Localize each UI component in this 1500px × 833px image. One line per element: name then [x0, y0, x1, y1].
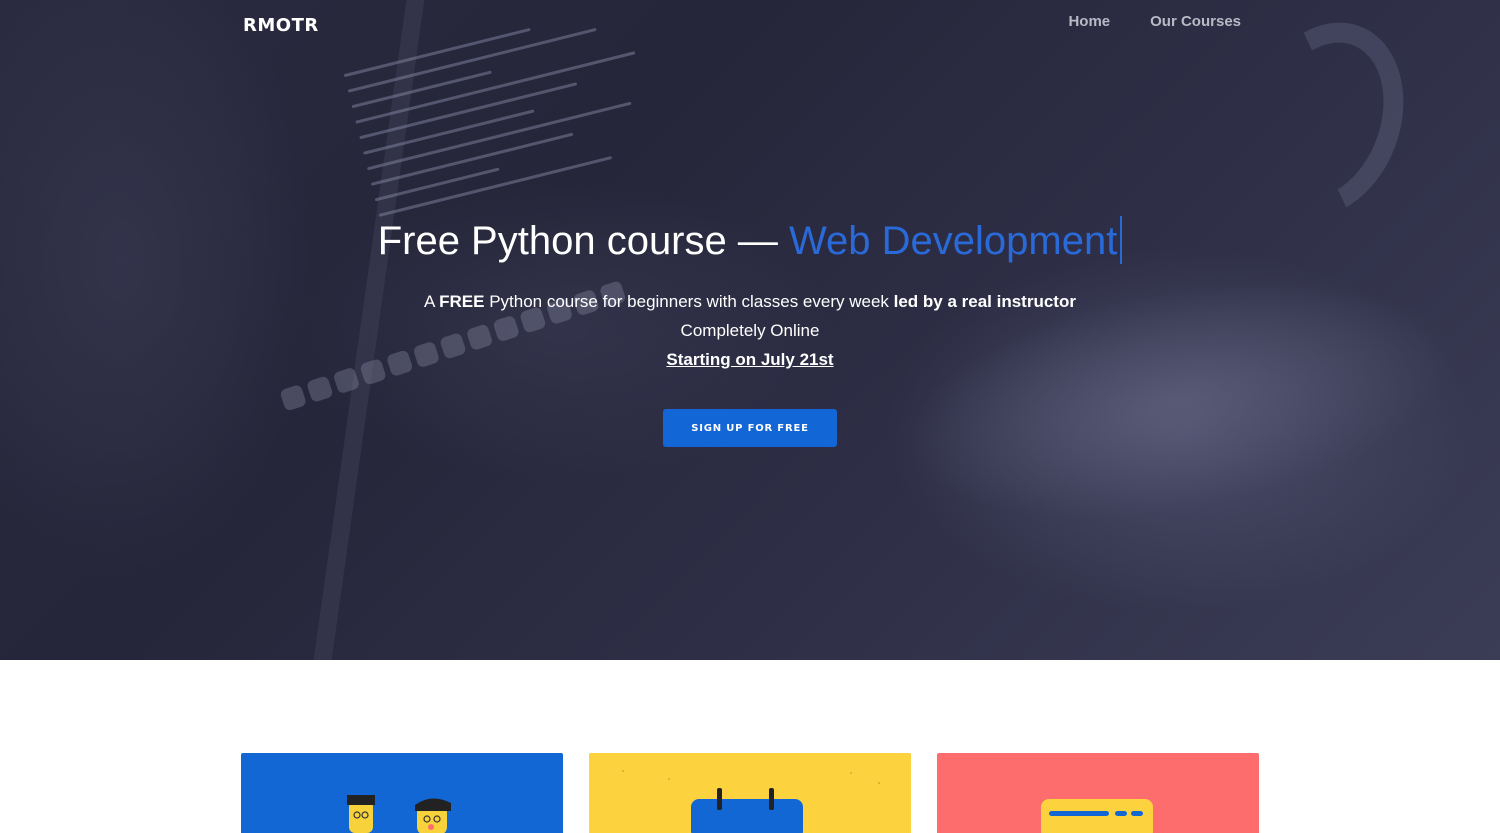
headline-accent: Web Development [788, 219, 1118, 263]
mug-graphic [1220, 0, 1430, 240]
feature-card-online [937, 753, 1259, 833]
nav-link-our-courses[interactable]: Our Courses [1150, 13, 1241, 30]
logo[interactable]: RMOTR [243, 15, 319, 36]
desc-instructor: led by a real instructor [893, 292, 1076, 311]
feature-card-schedule [589, 753, 911, 833]
desc-free: FREE [439, 292, 485, 311]
headline-main: Free Python course — [377, 219, 789, 263]
feature-card-instructors [241, 753, 563, 833]
desc-part-2: Python course for beginners with classes… [484, 292, 894, 311]
hero-description: A FREE Python course for beginners with … [0, 292, 1500, 312]
calendar-icon [622, 770, 880, 833]
hero-online-note: Completely Online [680, 321, 820, 340]
typing-cursor [1120, 216, 1123, 264]
hero-start-date: Starting on July 21st [666, 350, 834, 369]
hero-section: RMOTR Home Our Courses Free Python cours… [0, 0, 1500, 660]
hand-graphic [885, 243, 1475, 557]
browser-window-icon [1041, 799, 1153, 833]
top-nav: Home Our Courses [1068, 13, 1241, 30]
nav-link-home[interactable]: Home [1068, 13, 1110, 30]
people-illustration-icon [347, 795, 451, 833]
hero-headline: Free Python course — Web Development [0, 216, 1500, 264]
desc-part-1: A [424, 292, 440, 311]
sign-up-button[interactable]: SIGN UP FOR FREE [663, 409, 837, 447]
